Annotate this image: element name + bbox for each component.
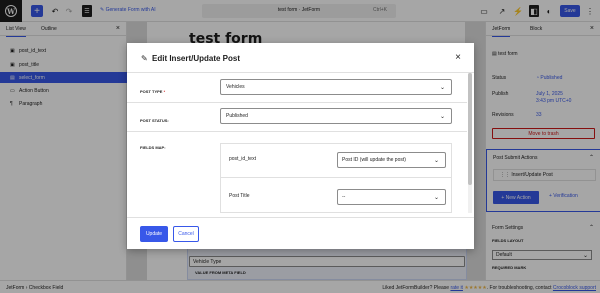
map-row: Post Title -- ⌄: [221, 179, 451, 213]
map-field-name: post_id_text: [229, 156, 256, 162]
divider: [127, 131, 467, 132]
edit-icon: ✎: [141, 54, 148, 63]
modal-header: ✎ Edit Insert/Update Post ×: [127, 43, 474, 73]
post-type-label-text: POST TYPE: [140, 89, 163, 94]
required-marker: *: [163, 89, 166, 94]
chevron-down-icon: ⌄: [433, 158, 439, 164]
map-row: post_id_text Post ID (will update the po…: [221, 144, 451, 178]
update-button[interactable]: Update: [140, 226, 168, 242]
map-field-value: Post ID (will update the post): [342, 157, 406, 163]
post-status-label: POST STATUS:: [140, 118, 169, 123]
map-field-value: --: [342, 194, 346, 200]
post-status-select[interactable]: Published ⌄: [220, 108, 452, 124]
fields-map: post_id_text Post ID (will update the po…: [220, 143, 452, 213]
chevron-down-icon: ⌄: [433, 195, 439, 201]
map-field-select[interactable]: Post ID (will update the post) ⌄: [337, 152, 446, 168]
post-type-select[interactable]: Vehicles ⌄: [220, 79, 452, 95]
modal-footer: Update Cancel: [127, 217, 474, 249]
scrollbar-thumb[interactable]: [468, 73, 472, 185]
modal-title: Edit Insert/Update Post: [152, 54, 241, 63]
chevron-down-icon: ⌄: [439, 114, 445, 120]
fields-map-label: FIELDS MAP:: [140, 145, 166, 150]
post-status-value: Published: [226, 113, 248, 119]
post-type-label: POST TYPE *: [140, 89, 165, 94]
edit-action-modal: ✎ Edit Insert/Update Post × POST TYPE * …: [127, 43, 474, 249]
map-field-name: Post Title: [229, 193, 250, 199]
post-type-value: Vehicles: [226, 84, 245, 90]
map-field-select[interactable]: -- ⌄: [337, 189, 446, 205]
cancel-button[interactable]: Cancel: [173, 226, 199, 242]
close-icon[interactable]: ×: [455, 52, 461, 63]
chevron-down-icon: ⌄: [439, 85, 445, 91]
modal-scrollbar[interactable]: [468, 73, 472, 213]
modal-body: POST TYPE * Vehicles ⌄ POST STATUS: Publi…: [127, 73, 467, 213]
divider: [127, 102, 467, 103]
